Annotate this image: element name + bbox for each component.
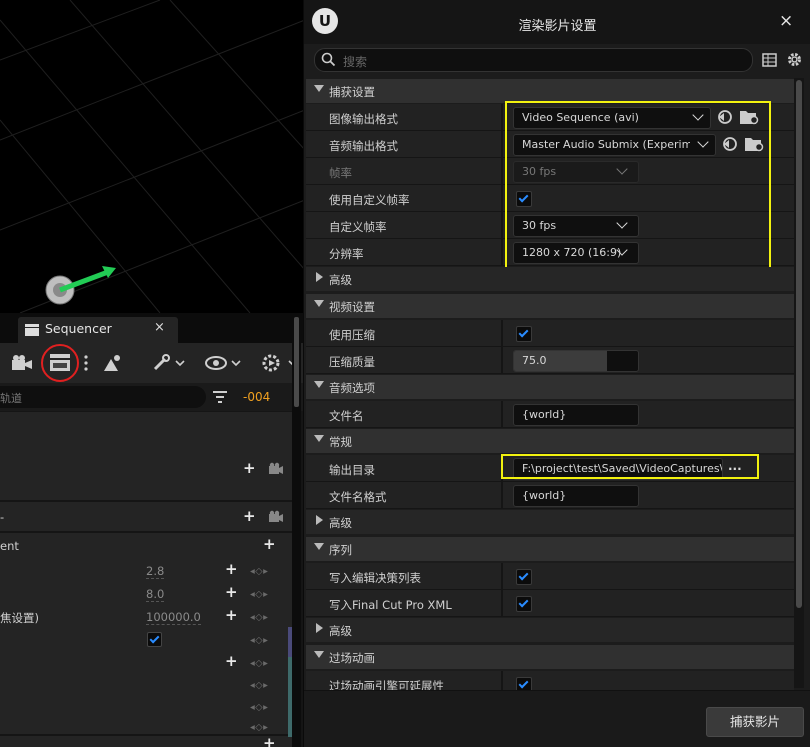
render-clapper-icon [41, 344, 79, 382]
section-capture-settings[interactable]: 捕获设置 [306, 79, 794, 103]
row-audio-filename: 文件名 {world} [306, 401, 794, 428]
compression-quality-slider[interactable]: 75.0 [513, 350, 639, 372]
row-compression-quality: 压缩质量 75.0 [306, 347, 794, 374]
capture-movie-button[interactable]: 捕获影片 [706, 707, 804, 737]
track-label[interactable]: 焦设置) [0, 610, 39, 626]
key-navigation[interactable]: ◂◇▸ [250, 680, 268, 691]
add-key-button[interactable]: + [225, 560, 238, 578]
add-track-button[interactable]: + [243, 507, 256, 525]
row-cinematic-scalability: 过场动画引擎可延展性 [306, 671, 794, 691]
cinematic-scalability-checkbox[interactable] [516, 677, 532, 690]
section-video-settings[interactable]: 视频设置 [306, 294, 794, 318]
table-view-icon[interactable] [762, 52, 778, 68]
camera-small-icon[interactable] [268, 462, 284, 476]
add-track-button[interactable]: + [263, 535, 276, 553]
key-navigation[interactable]: ◂◇▸ [250, 658, 268, 669]
key-navigation[interactable]: ◂◇▸ [250, 589, 268, 600]
camera-gizmo[interactable] [36, 262, 126, 310]
search-icon [321, 52, 336, 67]
filter-icon[interactable] [212, 390, 228, 404]
clapperboard-icon [25, 324, 39, 336]
sequencer-filter-bar: 轨道 -004 [0, 383, 305, 411]
track-search-input[interactable]: 轨道 [0, 386, 206, 408]
property-value[interactable]: 100000.0 [146, 610, 201, 625]
highlight-output-directory [501, 454, 759, 479]
write-edl-checkbox[interactable] [516, 569, 532, 585]
sequencer-panel: Sequencer × 轨道 -004 + - + ent + 2.8 + ◂◇… [0, 313, 305, 747]
key-navigation[interactable]: ◂◇▸ [250, 702, 268, 713]
key-navigation[interactable]: ◂◇▸ [250, 722, 268, 733]
section-advanced[interactable]: 高级 [306, 267, 794, 291]
add-key-button[interactable]: + [225, 652, 238, 670]
frame-counter: -004 [243, 390, 271, 404]
camera-small-icon[interactable] [268, 510, 284, 524]
camera-icon[interactable] [10, 349, 34, 377]
property-value[interactable]: 2.8 [146, 564, 165, 579]
write-fcp-xml-checkbox[interactable] [516, 596, 532, 612]
section-advanced-sequence[interactable]: 高级 [306, 618, 794, 642]
tools-dropdown-icon[interactable] [150, 349, 190, 377]
property-value[interactable]: 8.0 [146, 587, 165, 602]
add-key-button[interactable]: + [225, 583, 238, 601]
key-navigation[interactable]: ◂◇▸ [250, 635, 268, 646]
section-general[interactable]: 常规 [306, 429, 794, 453]
section-sequence[interactable]: 序列 [306, 537, 794, 561]
close-icon[interactable]: × [779, 11, 793, 31]
row-use-compression: 使用压缩 [306, 320, 794, 347]
settings-scrollbar[interactable] [794, 78, 804, 688]
row-write-edl: 写入编辑决策列表 [306, 563, 794, 590]
track-tree: + - + ent + 2.8 + ◂◇▸ 8.0 + ◂◇▸ 焦设置) 100… [0, 412, 292, 747]
property-checkbox[interactable] [147, 632, 162, 647]
track-search-placeholder: 轨道 [0, 392, 22, 405]
gear-icon[interactable] [786, 51, 803, 68]
settings-search-input[interactable]: 搜索 [314, 48, 753, 72]
view-options-icon[interactable] [204, 349, 244, 377]
section-advanced-general[interactable]: 高级 [306, 510, 794, 534]
level-viewport[interactable] [0, 0, 305, 313]
sequencer-tabbar: Sequencer × [0, 313, 305, 343]
use-compression-checkbox[interactable] [516, 326, 532, 342]
close-tab-icon[interactable]: × [154, 320, 165, 335]
sequencer-scrollbar[interactable] [292, 313, 301, 747]
sequencer-tab[interactable]: Sequencer × [18, 317, 178, 343]
track-label[interactable]: ent [0, 539, 19, 553]
row-write-fcp-xml: 写入Final Cut Pro XML [306, 590, 794, 617]
section-audio-options[interactable]: 音频选项 [306, 375, 794, 399]
filename-format-input[interactable]: {world} [513, 485, 639, 507]
dialog-title: 渲染影片设置 [518, 19, 597, 34]
actor-to-sequencer-icon[interactable] [100, 349, 126, 377]
highlight-capture-settings [505, 101, 771, 272]
add-track-button[interactable]: + [243, 459, 256, 477]
render-movie-settings-dialog: U 渲染影片设置 × 搜索 捕获设置 图像输出格式 Video Sequence… [303, 0, 810, 747]
sequencer-toolbar [0, 343, 305, 383]
key-navigation[interactable]: ◂◇▸ [250, 566, 268, 577]
dialog-footer: 捕获影片 [304, 690, 810, 747]
dialog-titlebar[interactable]: U 渲染影片设置 × [304, 0, 810, 44]
key-navigation[interactable]: ◂◇▸ [250, 612, 268, 623]
add-track-button[interactable]: + [263, 734, 276, 747]
add-key-button[interactable]: + [225, 606, 238, 624]
more-vertical-icon[interactable] [82, 349, 90, 377]
sequencer-tab-label: Sequencer [45, 321, 112, 336]
section-cinematic[interactable]: 过场动画 [306, 645, 794, 669]
render-movie-button[interactable] [40, 343, 80, 383]
row-filename-format: 文件名格式 {world} [306, 482, 794, 509]
search-placeholder: 搜索 [343, 55, 368, 69]
audio-filename-input[interactable]: {world} [513, 404, 639, 426]
